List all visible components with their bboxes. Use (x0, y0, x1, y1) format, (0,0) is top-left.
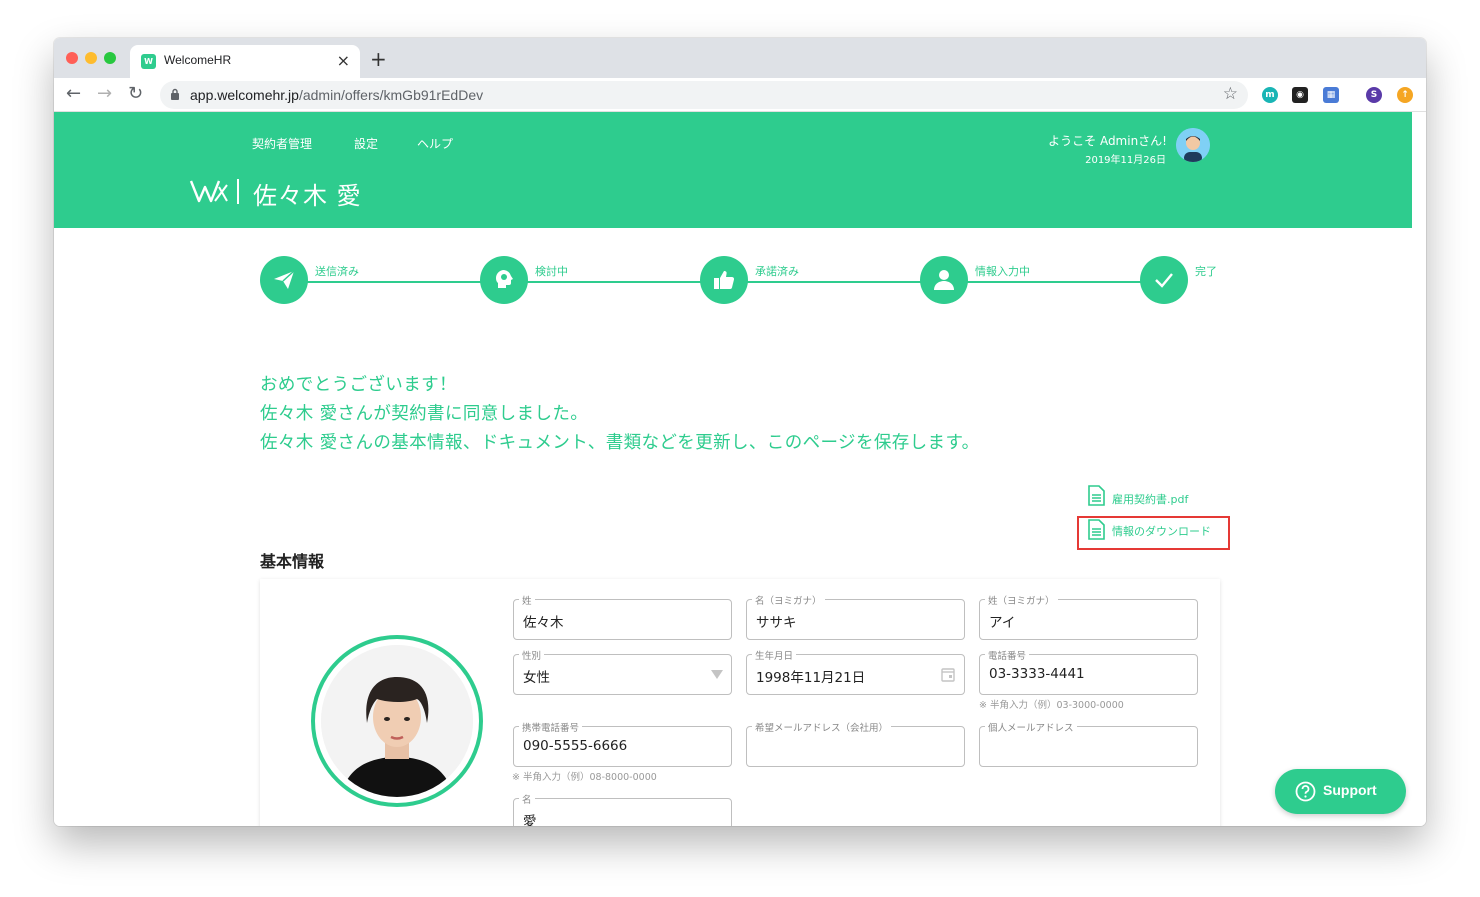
mobile-phone-hint: ※ 半角入力（例）08-8000-0000 (512, 772, 657, 783)
first-name-kana-label: 名（ヨミガナ） (752, 593, 825, 607)
basic-info-card: 姓 佐々木 名（ヨミガナ） ササキ 姓（ヨミガナ） アイ 性別 女性 生年月日 … (260, 579, 1220, 826)
url-text: app.welcomehr.jp/admin/offers/kmGb91rEdD… (190, 87, 483, 103)
person-portrait-icon (321, 645, 473, 797)
reload-icon[interactable]: ↻ (128, 83, 143, 104)
gender-label: 性別 (519, 648, 545, 662)
support-button[interactable]: Support (1275, 769, 1406, 814)
personal-email-field[interactable]: 個人メールアドレス (979, 720, 1198, 767)
step-label-accepted: 承諾済み (755, 263, 803, 279)
forward-arrow-icon[interactable]: → (97, 83, 112, 104)
first-name-label: 名 (519, 792, 535, 806)
app-header: 契約者管理 設定 ヘルプ ようこそ Adminさん! 2019年11月26日 佐… (54, 112, 1412, 228)
phone-label: 電話番号 (985, 648, 1030, 662)
browser-tab[interactable]: W WelcomeHR × (130, 45, 360, 78)
profile-photo-image (321, 645, 473, 797)
url-host: app.welcomehr.jp (190, 87, 299, 103)
document-icon (1088, 485, 1105, 506)
work-email-field[interactable]: 希望メールアドレス（会社用） (746, 720, 965, 767)
gender-select[interactable]: 性別 女性 (513, 648, 732, 695)
admin-avatar[interactable] (1176, 128, 1210, 162)
thinking-head-icon (496, 270, 513, 288)
paper-plane-icon (274, 270, 295, 289)
phone-hint: ※ 半角入力（例）03-3000-0000 (979, 700, 1124, 711)
last-name-kana-label: 姓（ヨミガナ） (985, 593, 1058, 607)
last-name-kana-field[interactable]: 姓（ヨミガナ） アイ (979, 593, 1198, 640)
gender-value: 女性 (523, 670, 550, 686)
logo-separator (237, 179, 239, 204)
tab-close-icon[interactable]: × (337, 51, 350, 70)
browser-window: W WelcomeHR × + ← → ↻ app.welcomehr.jp/a… (54, 38, 1426, 826)
tab-title: WelcomeHR (164, 53, 232, 67)
lock-icon (171, 88, 179, 100)
extension-calendar-icon[interactable]: ▦ (1323, 87, 1339, 103)
step-complete (1140, 256, 1188, 304)
last-name-field[interactable]: 姓 佐々木 (513, 593, 732, 640)
birthday-field[interactable]: 生年月日 1998年11月21日 (746, 648, 965, 695)
step-accepted (700, 256, 748, 304)
extension-owl-icon[interactable]: ◉ (1292, 87, 1308, 103)
new-tab-button[interactable]: + (370, 47, 387, 71)
page-content: 契約者管理 設定 ヘルプ ようこそ Adminさん! 2019年11月26日 佐… (54, 112, 1426, 826)
check-icon (1155, 273, 1173, 288)
congrats-message: おめでとうございます！ (260, 375, 457, 395)
tab-strip: W WelcomeHR × + (54, 38, 1426, 78)
profile-avatar-icon[interactable]: S (1366, 87, 1382, 103)
address-bar[interactable]: app.welcomehr.jp/admin/offers/kmGb91rEdD… (160, 81, 1248, 109)
current-date: 2019年11月26日 (1085, 155, 1166, 166)
first-name-kana-value: ササキ (756, 615, 797, 631)
welcomehr-logo-icon (189, 180, 228, 203)
mobile-phone-field[interactable]: 携帯電話番号 090-5555-6666 (513, 720, 732, 767)
section-title-basic-info: 基本情報 (260, 552, 325, 571)
close-window-button[interactable] (66, 52, 78, 64)
extension-update-icon[interactable]: ↑ (1397, 87, 1413, 103)
step-label-entering-info: 情報入力中 (975, 263, 1034, 279)
phone-value: 03-3333-4441 (989, 666, 1085, 682)
last-name-kana-value: アイ (989, 615, 1016, 631)
profile-photo[interactable] (311, 635, 483, 807)
welcomehr-favicon-icon: W (141, 54, 156, 69)
nav-help[interactable]: ヘルプ (417, 135, 453, 152)
work-email-label: 希望メールアドレス（会社用） (752, 720, 892, 734)
mobile-phone-label: 携帯電話番号 (519, 720, 583, 734)
birthday-label: 生年月日 (752, 648, 797, 662)
birthday-value: 1998年11月21日 (756, 670, 866, 686)
first-name-value: 愛 (523, 814, 537, 826)
agreement-message: 佐々木 愛さんが契約書に同意しました。 (260, 404, 589, 424)
last-name-label: 姓 (519, 593, 535, 607)
minimize-window-button[interactable] (85, 52, 97, 64)
first-name-field[interactable]: 名 愛 (513, 792, 732, 826)
nav-contractor-management[interactable]: 契約者管理 (252, 135, 312, 152)
admin-avatar-icon (1176, 128, 1210, 162)
user-icon (934, 270, 954, 290)
calendar-icon[interactable] (941, 667, 955, 682)
browser-toolbar: ← → ↻ app.welcomehr.jp/admin/offers/kmGb… (54, 78, 1426, 112)
step-sent (260, 256, 308, 304)
step-reviewing (480, 256, 528, 304)
page-title: 佐々木 愛 (253, 182, 362, 210)
personal-email-label: 個人メールアドレス (985, 720, 1077, 734)
step-label-sent: 送信済み (315, 263, 363, 279)
back-arrow-icon[interactable]: ← (66, 83, 81, 104)
step-label-complete: 完了 (1195, 263, 1221, 279)
thumbs-up-icon (714, 271, 735, 290)
contract-pdf-link[interactable]: 雇用契約書.pdf (1112, 491, 1188, 507)
maximize-window-button[interactable] (104, 52, 116, 64)
bookmark-star-icon[interactable]: ☆ (1223, 84, 1238, 104)
step-entering-info (920, 256, 968, 304)
last-name-value: 佐々木 (523, 615, 564, 631)
url-path: /admin/offers/kmGb91rEdDev (298, 87, 484, 103)
welcome-message: ようこそ Adminさん! (1048, 134, 1167, 148)
first-name-kana-field[interactable]: 名（ヨミガナ） ササキ (746, 593, 965, 640)
download-highlight-box (1077, 516, 1230, 550)
extension-m-icon[interactable]: m (1262, 87, 1278, 103)
nav-settings[interactable]: 設定 (354, 135, 378, 152)
mobile-phone-value: 090-5555-6666 (523, 738, 628, 754)
update-instruction-message: 佐々木 愛さんの基本情報、ドキュメント、書類などを更新し、このページを保存します… (260, 433, 980, 453)
step-label-reviewing: 検討中 (535, 263, 572, 279)
dropdown-arrow-icon (711, 670, 723, 679)
question-circle-icon (1295, 781, 1316, 802)
phone-field[interactable]: 電話番号 03-3333-4441 (979, 648, 1198, 695)
support-label: Support (1323, 782, 1377, 798)
